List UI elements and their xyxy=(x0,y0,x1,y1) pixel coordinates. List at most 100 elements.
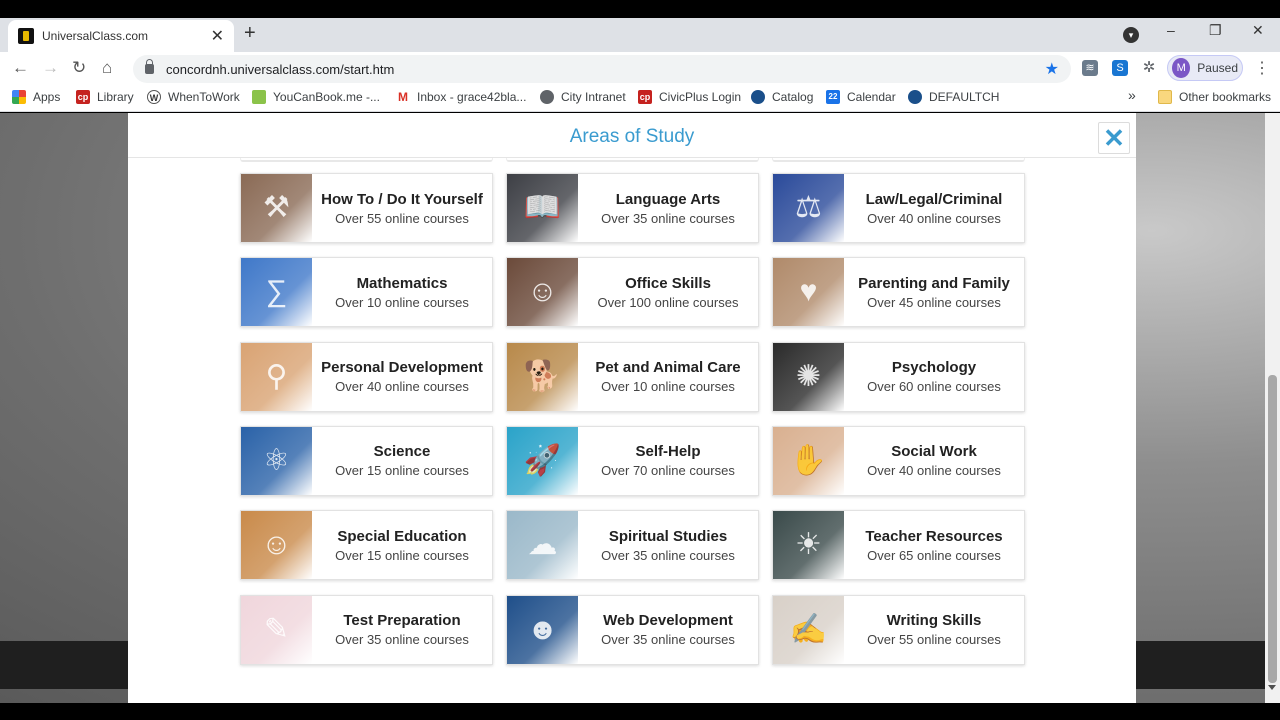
course-thumbnail[interactable]: 📖 xyxy=(507,174,578,242)
course-title[interactable]: Office Skills xyxy=(625,275,711,292)
course-thumbnail[interactable]: ⚛ xyxy=(241,426,312,495)
course-thumbnail[interactable]: ☁ xyxy=(507,511,578,580)
course-thumbnail[interactable]: ☀ xyxy=(773,511,844,580)
course-title[interactable]: Mathematics xyxy=(357,275,448,292)
bookmark-library[interactable]: cp Library xyxy=(76,90,134,104)
minimize-button[interactable]: – xyxy=(1167,22,1175,38)
course-card[interactable]: ⚛ Science Over 15 online courses xyxy=(240,425,493,496)
extension-s-icon[interactable]: S xyxy=(1112,60,1128,76)
bookmark-inbox[interactable]: M Inbox - grace42bla... xyxy=(396,90,526,104)
course-thumbnail[interactable]: ✋ xyxy=(773,426,844,495)
course-thumbnail[interactable]: ♥ xyxy=(773,258,844,327)
course-title[interactable]: Pet and Animal Care xyxy=(595,359,740,376)
course-title[interactable]: Law/Legal/Criminal xyxy=(866,191,1003,208)
course-card[interactable]: ☺ Office Skills Over 100 online courses xyxy=(506,257,759,328)
course-thumbnail[interactable]: ✎ xyxy=(241,595,312,664)
course-title[interactable]: Social Work xyxy=(891,443,977,460)
extension-stack-icon[interactable]: ≋ xyxy=(1082,60,1098,76)
course-thumbnail[interactable]: ⚲ xyxy=(241,342,312,411)
course-card[interactable]: ☁ Spiritual Studies Over 35 online courses xyxy=(506,510,759,581)
forward-arrow-icon[interactable]: → xyxy=(42,58,59,78)
course-title[interactable]: Writing Skills xyxy=(887,612,982,629)
course-thumbnail[interactable]: ☻ xyxy=(507,595,578,664)
bookmark-defaultch[interactable]: DEFAULTCH xyxy=(908,90,999,104)
course-card[interactable]: ☀ Teacher Resources Over 65 online courses xyxy=(772,510,1025,581)
window-close-button[interactable]: ✕ xyxy=(1252,22,1264,39)
areas-of-study-modal: Areas of Study ✕ ⚒ How To / Do It Yoursel… xyxy=(128,113,1136,703)
course-title[interactable]: Science xyxy=(374,443,431,460)
back-arrow-icon[interactable]: ← xyxy=(12,58,29,78)
card-above-peek xyxy=(240,158,493,162)
course-thumbnail[interactable]: ☺ xyxy=(241,511,312,580)
bookmark-calendar[interactable]: 22 Calendar xyxy=(826,90,896,104)
scroll-down-arrow-icon[interactable] xyxy=(1268,685,1276,690)
course-card[interactable]: 🚀 Self-Help Over 70 online courses xyxy=(506,425,759,496)
new-tab-button[interactable]: + xyxy=(244,22,256,45)
tab-search-icon[interactable]: ▾ xyxy=(1123,27,1139,43)
bookmark-star-icon[interactable]: ★ xyxy=(1045,59,1059,79)
browser-tab[interactable]: UniversalClass.com ✕ xyxy=(8,20,234,52)
course-thumbnail[interactable]: 🐕 xyxy=(507,342,578,411)
course-title[interactable]: Parenting and Family xyxy=(858,275,1010,292)
menu-kebab-icon[interactable]: ⋮ xyxy=(1254,58,1270,78)
bookmark-civicplus[interactable]: cp CivicPlus Login xyxy=(638,90,741,104)
course-card[interactable]: 📖 Language Arts Over 35 online courses xyxy=(506,173,759,243)
course-title[interactable]: Web Development xyxy=(603,612,733,629)
profile-button[interactable]: M Paused xyxy=(1167,55,1243,81)
tab-close-icon[interactable]: ✕ xyxy=(211,26,224,46)
bookmark-youcanbook[interactable]: YouCanBook.me -... xyxy=(252,90,380,104)
course-title[interactable]: Self-Help xyxy=(635,443,700,460)
course-title[interactable]: How To / Do It Yourself xyxy=(321,191,483,208)
home-icon[interactable]: ⌂ xyxy=(102,58,112,78)
course-title[interactable]: Language Arts xyxy=(616,191,720,208)
other-bookmarks[interactable]: Other bookmarks xyxy=(1158,90,1271,104)
page-scrollbar[interactable] xyxy=(1265,113,1280,703)
course-title[interactable]: Personal Development xyxy=(321,359,483,376)
course-card[interactable]: ☺ Special Education Over 15 online courses xyxy=(240,510,493,581)
course-thumbnail[interactable]: ✺ xyxy=(773,342,844,411)
course-card[interactable]: ☻ Web Development Over 35 online courses xyxy=(506,594,759,665)
bookmark-catalog[interactable]: Catalog xyxy=(751,90,813,104)
bookmark-whentowork[interactable]: W WhenToWork xyxy=(147,90,240,104)
course-card[interactable]: ✎ Test Preparation Over 35 online courses xyxy=(240,594,493,665)
course-thumbnail[interactable]: ⚒ xyxy=(241,174,312,242)
course-thumbnail[interactable]: 🚀 xyxy=(507,426,578,495)
url-text[interactable]: concordnh.universalclass.com/start.htm xyxy=(166,62,1045,77)
course-card[interactable]: ⚒ How To / Do It Yourself Over 55 online c… xyxy=(240,173,493,243)
course-title[interactable]: Psychology xyxy=(892,359,976,376)
course-card[interactable]: ✍ Writing Skills Over 55 online courses xyxy=(772,594,1025,665)
extensions-puzzle-icon[interactable]: ✲ xyxy=(1141,60,1157,76)
course-thumbnail[interactable]: ✍ xyxy=(773,595,844,664)
course-count: Over 55 online courses xyxy=(867,632,1001,647)
sky-icon: ☁ xyxy=(527,528,558,562)
restore-button[interactable]: ❐ xyxy=(1209,22,1222,39)
course-card[interactable]: ✋ Social Work Over 40 online courses xyxy=(772,425,1025,496)
course-card[interactable]: ✺ Psychology Over 60 online courses xyxy=(772,341,1025,412)
course-thumbnail[interactable]: ☺ xyxy=(507,258,578,327)
course-thumbnail[interactable]: ∑ xyxy=(241,258,312,327)
bookmark-city-intranet[interactable]: City Intranet xyxy=(540,90,626,104)
course-card[interactable]: 🐕 Pet and Animal Care Over 10 online cours… xyxy=(506,341,759,412)
course-thumbnail[interactable]: ⚖ xyxy=(773,174,844,242)
course-title[interactable]: Spiritual Studies xyxy=(609,528,727,545)
cp-icon: cp xyxy=(638,90,652,104)
course-card[interactable]: ⚖ Law/Legal/Criminal Over 40 online course… xyxy=(772,173,1025,243)
course-title[interactable]: Test Preparation xyxy=(343,612,460,629)
course-card[interactable]: ∑ Mathematics Over 10 online courses xyxy=(240,257,493,328)
course-title[interactable]: Teacher Resources xyxy=(865,528,1002,545)
bookmark-label: Library xyxy=(97,90,134,104)
address-bar[interactable]: concordnh.universalclass.com/start.htm ★ xyxy=(133,55,1071,83)
lock-icon[interactable] xyxy=(145,59,154,74)
scrollbar-thumb[interactable] xyxy=(1268,375,1277,683)
bookmarks-overflow-chevron-icon[interactable]: » xyxy=(1128,87,1136,103)
course-card[interactable]: ♥ Parenting and Family Over 45 online cour… xyxy=(772,257,1025,328)
bookmark-apps[interactable]: Apps xyxy=(12,90,60,104)
bookmark-label: WhenToWork xyxy=(168,90,240,104)
course-card[interactable]: ⚲ Personal Development Over 40 online cour… xyxy=(240,341,493,412)
modal-close-icon[interactable]: ✕ xyxy=(1098,122,1130,154)
reload-icon[interactable]: ↻ xyxy=(72,58,86,78)
course-card-text: Pet and Animal Care Over 10 online course… xyxy=(578,343,758,411)
course-title[interactable]: Special Education xyxy=(337,528,466,545)
tab-strip: UniversalClass.com ✕ + ▾ – ❐ ✕ xyxy=(0,18,1280,52)
course-count: Over 10 online courses xyxy=(601,379,735,395)
